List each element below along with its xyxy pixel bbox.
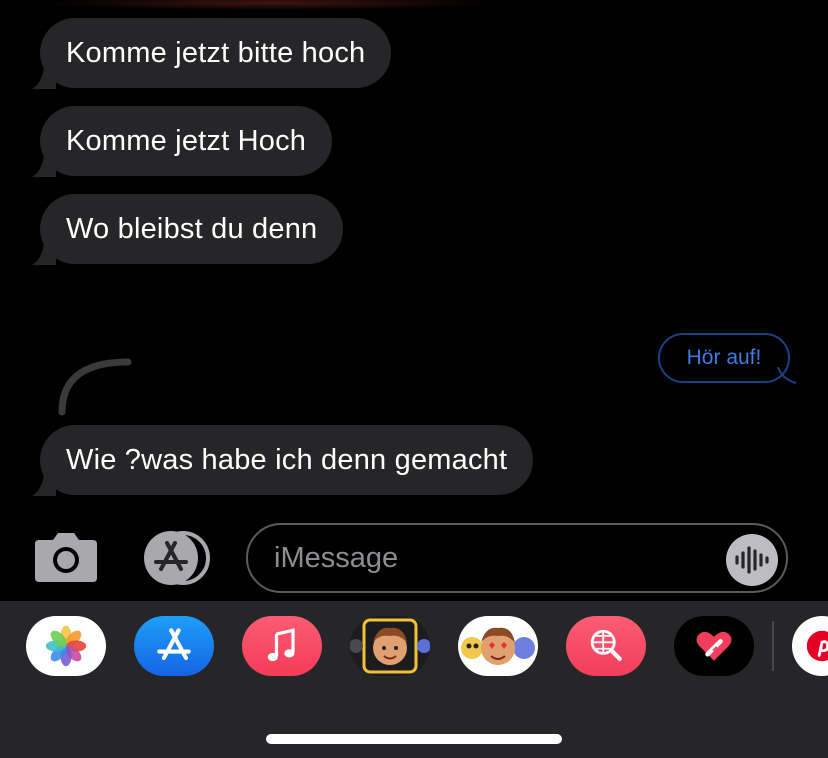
bubble-tail-icon [777, 367, 797, 384]
incoming-message-bubble[interactable]: Komme jetzt Hoch [32, 106, 333, 177]
memoji-icon [350, 618, 430, 674]
app-store-icon [157, 628, 191, 661]
message-text: Wo bleibst du denn [66, 212, 318, 245]
message-text: Wie ?was habe ich denn gemacht [66, 443, 508, 476]
heart-touch-icon [696, 631, 732, 661]
camera-icon [35, 533, 97, 582]
incoming-message-bubble[interactable]: Wo bleibst du denn [32, 194, 344, 265]
message-text: Komme jetzt Hoch [66, 124, 307, 157]
photos-icon [45, 625, 87, 667]
animoji-stickers-app-button[interactable] [458, 616, 538, 676]
message-text: Komme jetzt bitte hoch [66, 36, 366, 69]
incoming-message-bubble[interactable]: Wie ?was habe ich denn gemacht [32, 425, 534, 496]
drawer-divider [772, 621, 774, 671]
outgoing-message-bubble[interactable]: Hör auf! [658, 333, 797, 384]
memoji-app-button[interactable] [350, 616, 430, 676]
bubble-tail-icon [32, 67, 56, 89]
app-drawer [0, 601, 828, 758]
messages-screen: Komme jetzt bitte hoch Komme jetzt Hoch … [0, 0, 828, 758]
message-input-placeholder: iMessage [274, 541, 399, 574]
waveform-icon [735, 546, 769, 574]
camera-button[interactable] [33, 530, 99, 584]
bubble-tail-icon [32, 155, 56, 177]
app-store-app-button[interactable] [134, 616, 214, 676]
bubble-tail-icon [32, 243, 56, 265]
apps-button[interactable] [139, 531, 215, 585]
top-glow [40, 0, 500, 10]
incoming-message-bubble[interactable]: Komme jetzt bitte hoch [32, 18, 392, 89]
music-app-button[interactable] [242, 616, 322, 676]
image-search-app-button[interactable] [566, 616, 646, 676]
animoji-stickers-icon [461, 627, 535, 665]
pinterest-app-button[interactable] [792, 616, 828, 676]
home-indicator[interactable] [266, 734, 562, 744]
globe-search-icon [590, 629, 622, 661]
app-store-icon [144, 531, 210, 585]
voice-message-button[interactable] [726, 534, 778, 586]
digital-touch-app-button[interactable] [674, 616, 754, 676]
reply-arc-icon [58, 358, 132, 416]
message-input[interactable]: iMessage [246, 523, 788, 593]
photos-app-button[interactable] [26, 616, 106, 676]
pinterest-icon [806, 630, 828, 662]
music-note-icon [267, 628, 295, 662]
bubble-tail-icon [32, 474, 56, 496]
message-text: Hör auf! [686, 346, 762, 369]
